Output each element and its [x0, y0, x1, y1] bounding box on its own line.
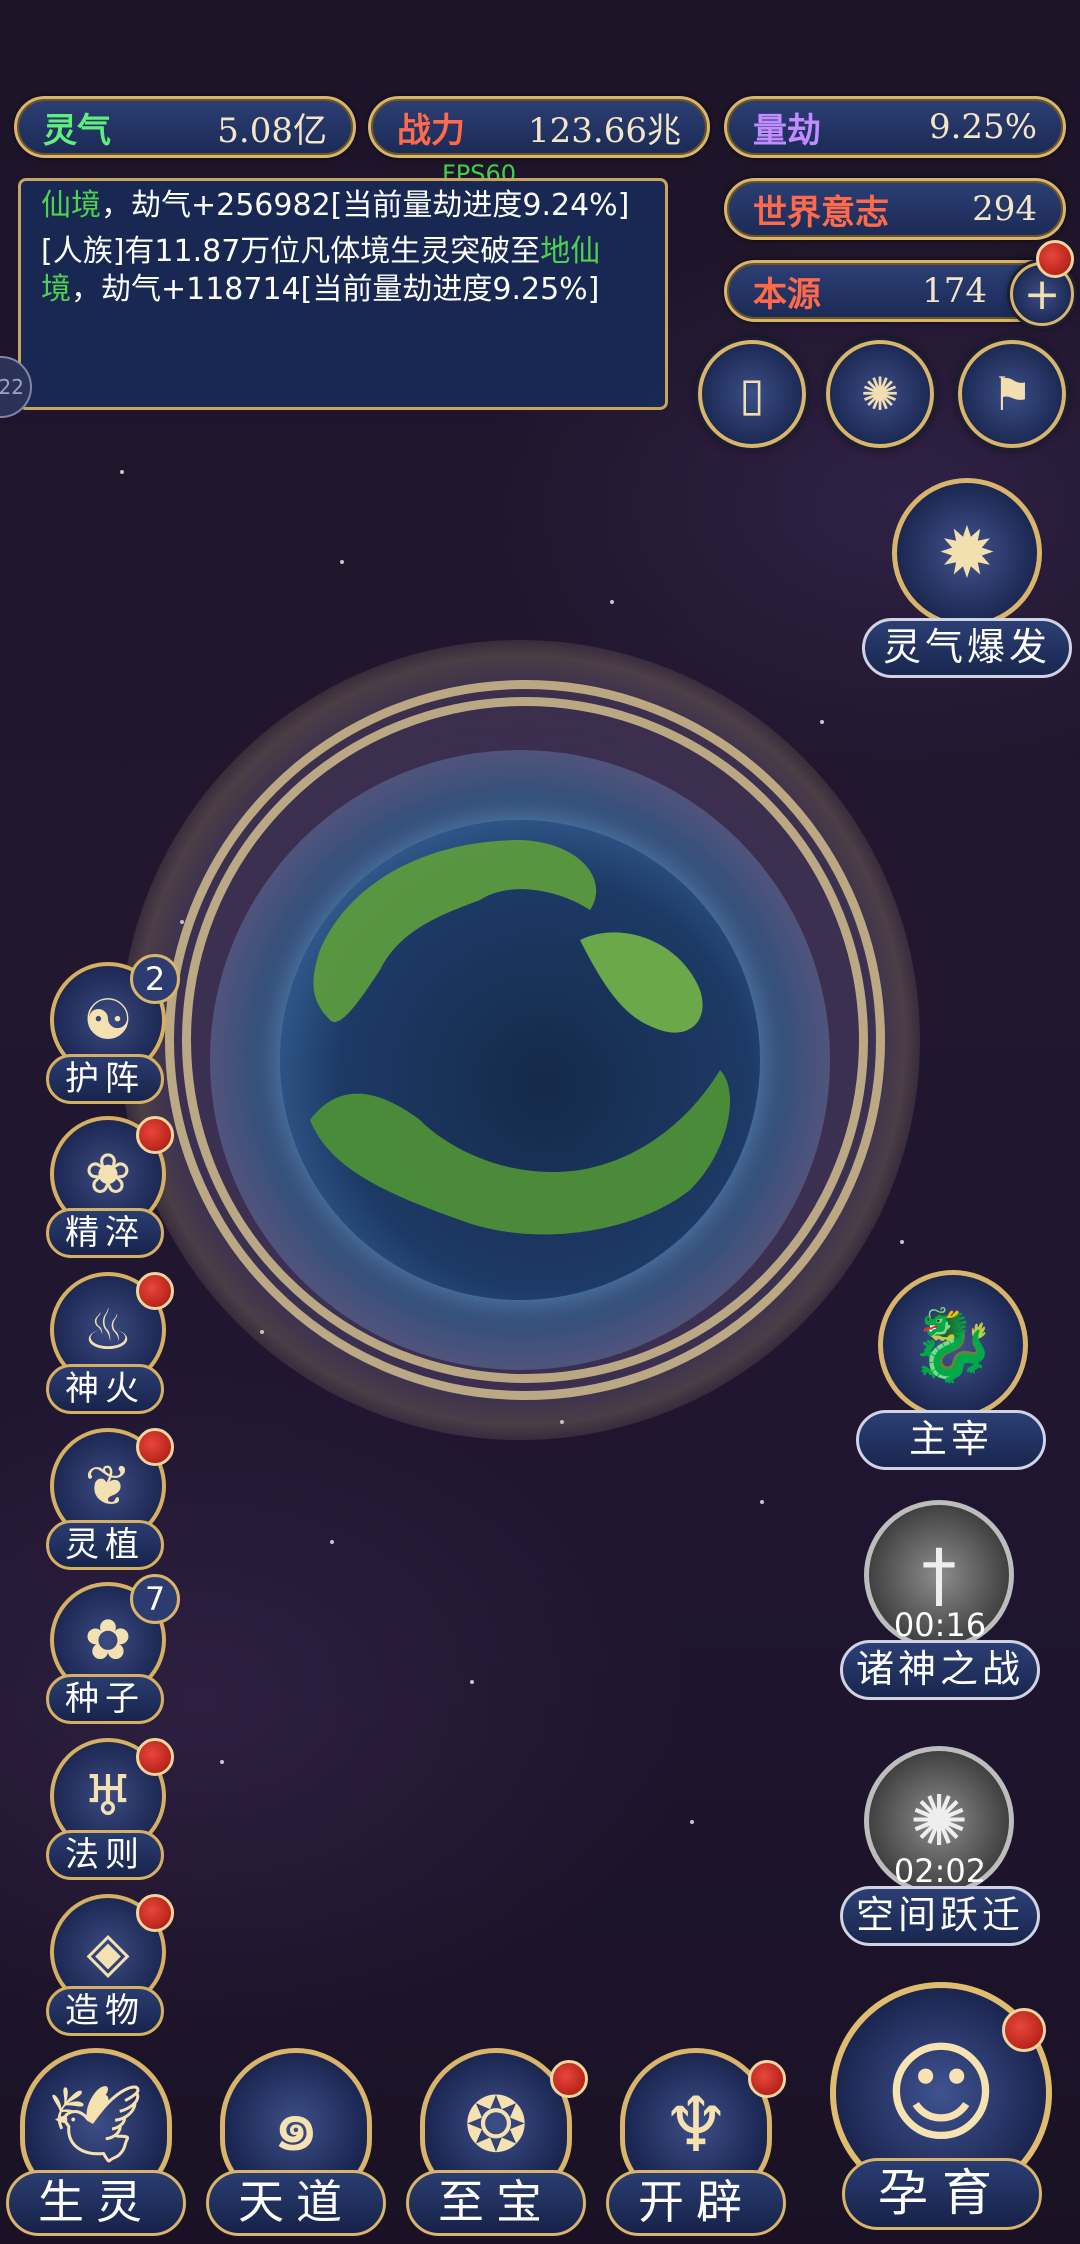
zhanli-stat[interactable]: 战力 123.66兆	[368, 96, 710, 158]
planet-storm-ring	[165, 680, 885, 1400]
log-text: ，劫气+118714[当前量劫进度9.25%]	[71, 272, 600, 307]
kongjian-label: 空间跃迁	[840, 1886, 1040, 1946]
kongjian-timer: 02:02	[893, 1852, 987, 1890]
nav-zhibao[interactable]: ❂ 至宝	[406, 2048, 588, 2244]
zhuzai-label: 主宰	[856, 1410, 1046, 1470]
burst-icon: ✹	[892, 478, 1042, 628]
vortex-icon: ✺	[860, 367, 900, 421]
notify-dot	[748, 2060, 786, 2098]
lingqi-label: 灵气	[43, 110, 111, 151]
benyuan-notify-dot	[1036, 240, 1074, 278]
planet-globe	[280, 820, 760, 1300]
zhuzai-button[interactable]: 🐉 主宰	[856, 1270, 1046, 1480]
event-log[interactable]: 仙境，劫气+256982[当前量劫进度9.24%] [人族]有11.87万位凡体…	[18, 178, 668, 410]
zhushen-button[interactable]: † 00:16 诸神之战	[840, 1500, 1040, 1710]
menu-label: 种子	[46, 1674, 164, 1724]
menu-lingzhi[interactable]: ❦ 灵植	[40, 1428, 180, 1570]
nav-label: 生灵	[6, 2170, 186, 2236]
zhushen-label: 诸神之战	[840, 1640, 1040, 1700]
notify-dot	[136, 1894, 174, 1932]
shijie-value: 294	[972, 189, 1037, 229]
shijie-label: 世界意志	[753, 192, 889, 233]
menu-faze[interactable]: ♅ 法则	[40, 1738, 180, 1880]
notify-dot	[136, 1428, 174, 1466]
zhanli-label: 战力	[397, 110, 465, 151]
notify-dot	[1002, 2008, 1046, 2052]
kongjian-button[interactable]: ✺ 02:02 空间跃迁	[840, 1746, 1040, 1956]
notify-dot	[136, 1738, 174, 1776]
log-text: [人族]有11.87万位凡体境生灵突破至	[41, 234, 541, 269]
lingqi-value: 5.08亿	[217, 110, 327, 151]
flag-button[interactable]: ⚑	[958, 340, 1066, 448]
liangjie-value: 9.25%	[928, 107, 1037, 147]
menu-label: 神火	[46, 1364, 164, 1414]
nav-shengling[interactable]: 🕊 生灵	[6, 2048, 186, 2244]
planet-inner-ring	[210, 750, 830, 1370]
burst-label: 灵气爆发	[862, 618, 1072, 678]
planet-outer-halo	[120, 640, 920, 1440]
nav-tiandao[interactable]: ๑ 天道	[206, 2048, 386, 2244]
notify-dot	[136, 1116, 174, 1154]
flag-icon: ⚑	[991, 367, 1033, 421]
menu-label: 造物	[46, 1986, 164, 2036]
benyuan-value: 174	[922, 271, 987, 311]
vortex-button[interactable]: ✺	[826, 340, 934, 448]
log-text: ，劫气+256982[当前量劫进度9.24%]	[101, 188, 630, 223]
liangjie-label: 量劫	[753, 110, 821, 151]
menu-label: 法则	[46, 1830, 164, 1880]
menu-huzhen[interactable]: ☯ 护阵 2	[40, 954, 180, 1104]
zhushen-timer: 00:16	[893, 1606, 987, 1644]
liangjie-stat[interactable]: 量劫 9.25%	[724, 96, 1066, 158]
nav-label: 至宝	[406, 2170, 586, 2236]
notify-dot	[550, 2060, 588, 2098]
log-realm: 仙境	[41, 188, 101, 223]
nav-label: 开辟	[606, 2170, 786, 2236]
lingqi-burst-button[interactable]: ✹ 灵气爆发	[862, 478, 1072, 688]
benyuan-label: 本源	[753, 274, 821, 315]
lingqi-stat[interactable]: 灵气 5.08亿	[14, 96, 356, 158]
nav-kaipi[interactable]: ♆ 开辟	[606, 2048, 786, 2244]
count-badge: 7	[130, 1574, 180, 1624]
log-entry: 仙境，劫气+256982[当前量劫进度9.24%]	[41, 187, 645, 225]
notify-dot	[136, 1272, 174, 1310]
continents	[310, 840, 730, 1235]
nav-yunyu[interactable]: ☺ 孕育	[816, 1982, 1066, 2242]
menu-shenhuo[interactable]: ♨ 神火	[40, 1272, 180, 1414]
menu-label: 护阵	[46, 1054, 164, 1104]
card-button[interactable]: ▯	[698, 340, 806, 448]
zhanli-value: 123.66兆	[528, 110, 681, 151]
count-badge: 2	[130, 954, 180, 1004]
shijie-stat[interactable]: 世界意志 294	[724, 178, 1066, 240]
dragon-icon: 🐉	[878, 1270, 1028, 1420]
menu-jingcui[interactable]: ❀ 精淬	[40, 1116, 180, 1258]
menu-label: 灵植	[46, 1520, 164, 1570]
nav-label: 天道	[206, 2170, 386, 2236]
log-entry: [人族]有11.87万位凡体境生灵突破至地仙境，劫气+118714[当前量劫进度…	[41, 233, 645, 309]
side-tab-label: 22	[0, 375, 24, 399]
nav-label: 孕育	[842, 2158, 1042, 2230]
menu-label: 精淬	[46, 1208, 164, 1258]
menu-zhongzi[interactable]: ✿ 种子 7	[40, 1574, 180, 1724]
card-icon: ▯	[739, 367, 765, 421]
menu-zaowu[interactable]: ◈ 造物	[40, 1894, 180, 2036]
